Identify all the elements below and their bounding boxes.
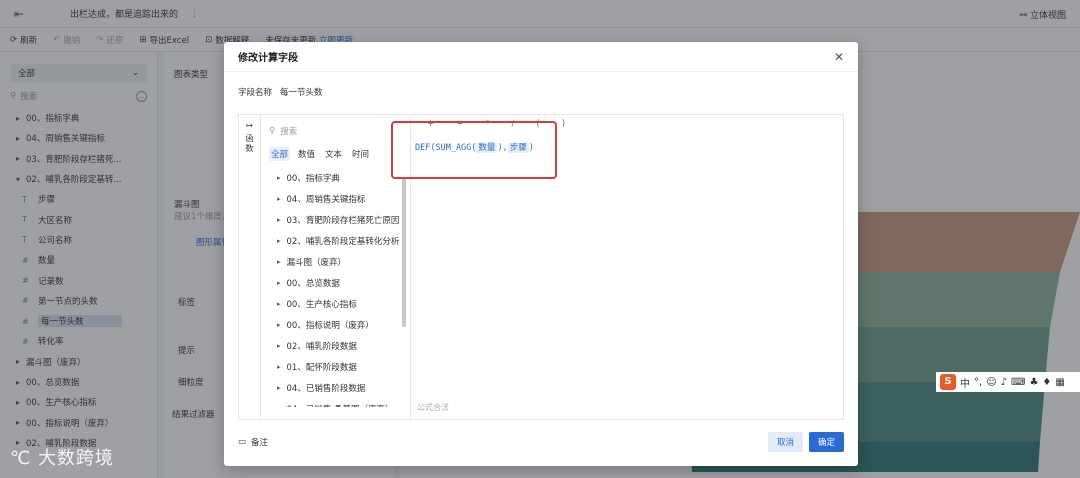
- function-type-tab[interactable]: 文本: [323, 147, 344, 161]
- function-group-item[interactable]: 04、已销售阶段数据: [261, 377, 410, 398]
- dialog-buttons: 取消 确定: [767, 432, 844, 452]
- ime-toolbar: S 中 °, ☺ ♪ ⌨ ♣ ♦ ▦: [936, 372, 1080, 392]
- collapse-icon[interactable]: ↦: [246, 121, 253, 130]
- formula-editor: ↦ 函数 ⚲ 搜索 全部数值文本时间 00、指标字典04、周销售关键指标03、育肥…: [238, 114, 844, 420]
- edit-calculated-field-dialog: 修改计算字段 ✕ 字段名称 每一节头数 ↦ 函数 ⚲ 搜索 全部数值文本时间 00…: [224, 42, 858, 466]
- keyboard-icon[interactable]: ⌨: [1011, 377, 1025, 388]
- function-group-item[interactable]: 00、生产核心指标: [261, 293, 410, 314]
- function-search-placeholder: 搜索: [280, 127, 298, 137]
- function-group-item[interactable]: 03、育肥阶段存栏猪死亡原因: [261, 209, 410, 230]
- function-group-item[interactable]: 04、周销售关键指标: [261, 188, 410, 209]
- function-panel: ⚲ 搜索 全部数值文本时间 00、指标字典04、周销售关键指标03、育肥阶段存栏猪…: [261, 115, 411, 419]
- note-label: 备注: [251, 438, 269, 448]
- comment-icon: ▭: [238, 437, 247, 447]
- tshirt-icon[interactable]: ♦: [1042, 377, 1051, 388]
- function-group-item[interactable]: 02、哺乳各阶段定基转化分析: [261, 230, 410, 251]
- tab-functions[interactable]: 函数: [244, 134, 255, 154]
- function-group-item[interactable]: 00、指标说明（废弃）: [261, 314, 410, 335]
- watermark: ℃ 大数跨境: [10, 444, 114, 470]
- function-type-tabs: 全部 数值 文本 时间: [269, 147, 402, 161]
- function-type-tab[interactable]: 数值: [296, 147, 317, 161]
- dialog-title: 修改计算字段: [224, 42, 858, 72]
- field-name-label: 字段名称: [238, 88, 273, 98]
- watermark-logo-icon: ℃: [10, 448, 38, 469]
- watermark-text: 大数跨境: [37, 448, 114, 469]
- formula-valid-hint: 公式合法: [417, 403, 449, 412]
- cancel-button[interactable]: 取消: [767, 432, 803, 452]
- close-icon[interactable]: ✕: [834, 50, 844, 64]
- operator-button[interactable]: ): [562, 119, 565, 129]
- field-name-input[interactable]: 每一节头数: [280, 86, 323, 98]
- function-group-item[interactable]: 漏斗图（废弃）: [261, 251, 410, 272]
- function-type-tab[interactable]: 时间: [350, 147, 371, 161]
- grid-icon[interactable]: ▦: [1055, 377, 1064, 388]
- function-search[interactable]: ⚲ 搜索: [269, 123, 402, 139]
- function-type-tab[interactable]: 全部: [269, 147, 291, 161]
- skin-icon[interactable]: ♣: [1029, 377, 1038, 388]
- function-group-item[interactable]: 02、哺乳阶段数据: [261, 335, 410, 356]
- search-icon: ⚲: [269, 126, 276, 136]
- ok-button[interactable]: 确定: [808, 432, 844, 452]
- sogou-logo-icon[interactable]: S: [940, 374, 956, 390]
- note-button[interactable]: ▭ 备注: [238, 436, 268, 448]
- punct-icon[interactable]: °,: [974, 377, 982, 388]
- function-group-item[interactable]: 00、总览数据: [261, 272, 410, 293]
- mic-icon[interactable]: ♪: [1001, 377, 1007, 388]
- side-tabs: ↦ 函数: [239, 115, 261, 419]
- function-list: 00、指标字典04、周销售关键指标03、育肥阶段存栏猪死亡原因02、哺乳各阶段定…: [261, 167, 410, 408]
- scrollbar[interactable]: [402, 177, 406, 327]
- highlight-box: [391, 121, 557, 179]
- dialog-footer: ▭ 备注 取消 确定: [238, 432, 844, 452]
- formula-area[interactable]: + − * /() DEF(SUM_AGG(数量), 步骤) 公式合法: [391, 115, 843, 419]
- ime-lang[interactable]: 中: [960, 375, 970, 390]
- function-group-item[interactable]: 01、配怀阶段数据: [261, 356, 410, 377]
- field-name-row: 字段名称 每一节头数: [238, 86, 323, 98]
- emoji-icon[interactable]: ☺: [986, 377, 996, 388]
- function-group-item[interactable]: 04、已销售 桑基图（废弃）: [261, 398, 410, 408]
- function-group-item[interactable]: 00、指标字典: [261, 167, 410, 188]
